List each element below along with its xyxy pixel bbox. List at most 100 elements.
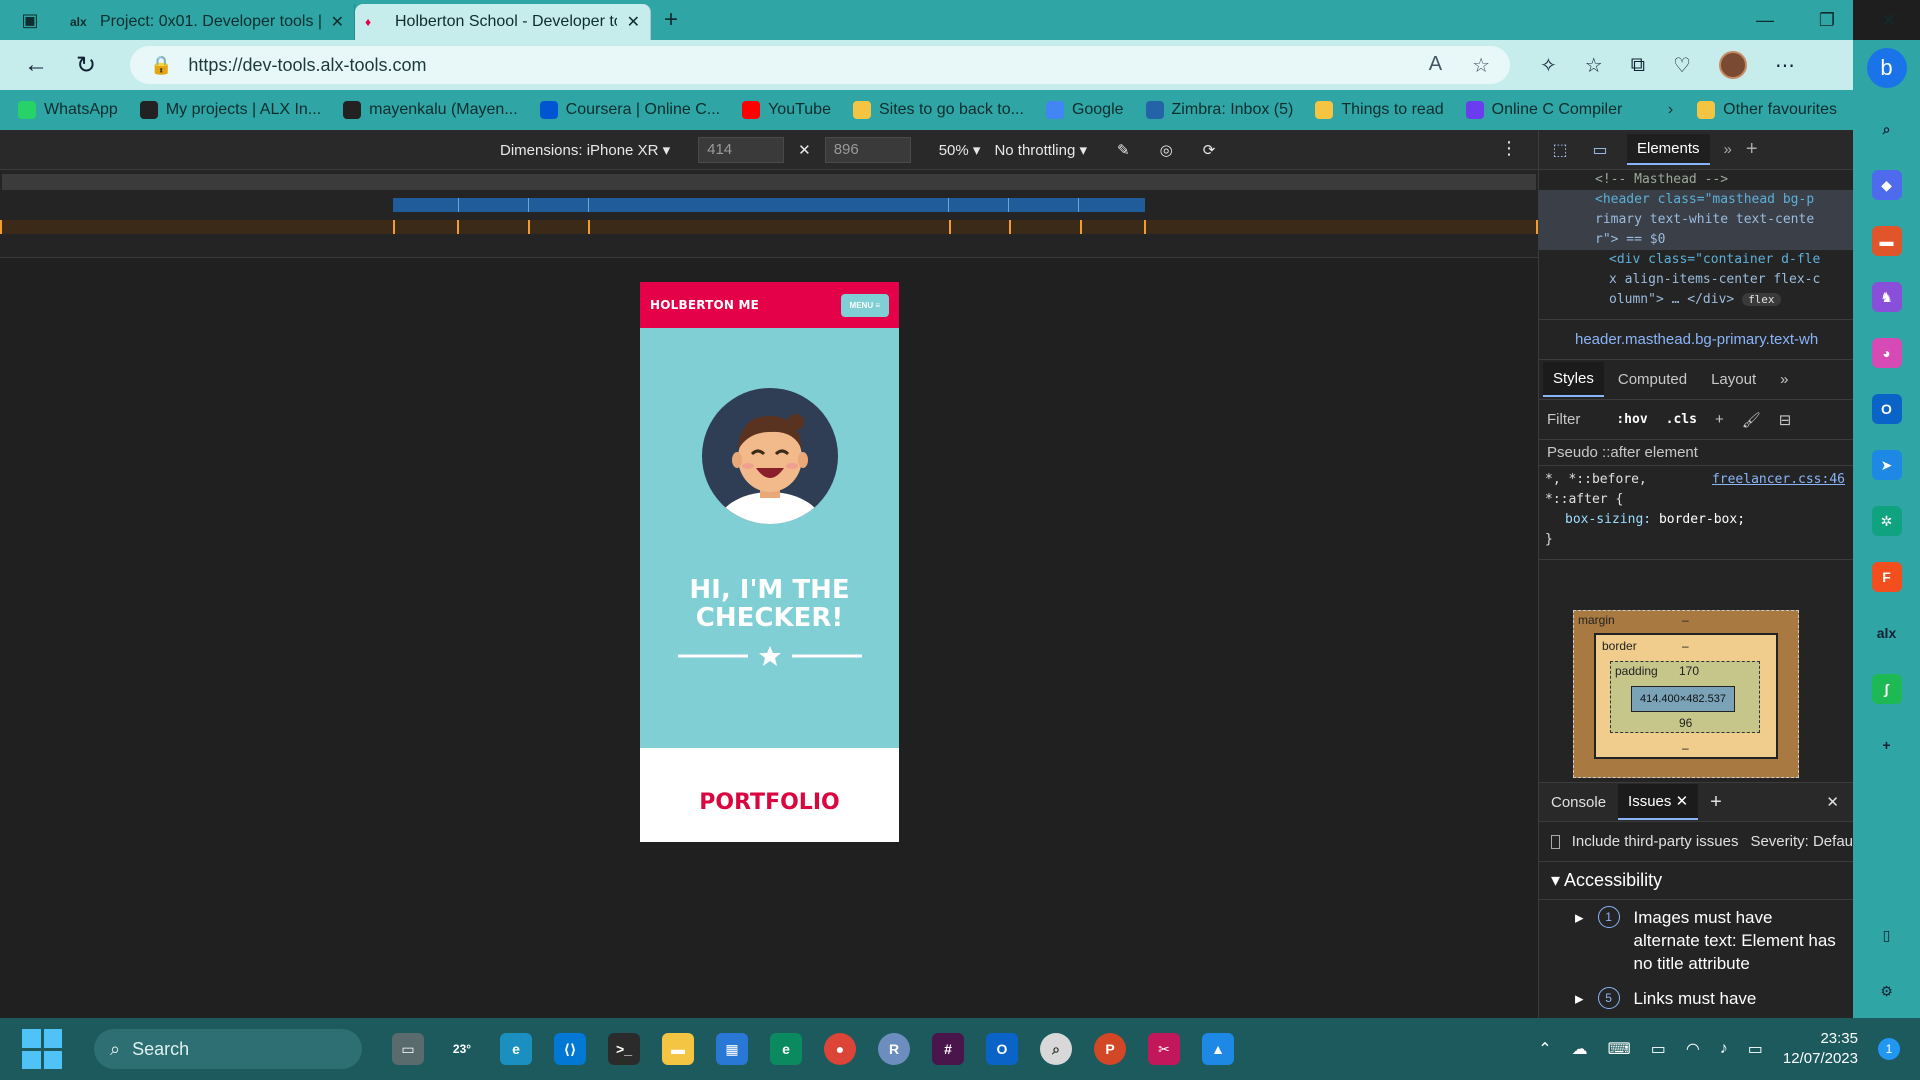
hov-toggle[interactable]: :hov: [1616, 412, 1647, 427]
bing-icon[interactable]: b: [1866, 48, 1907, 88]
bookmark-item[interactable]: WhatsApp: [18, 101, 118, 119]
more-style-tabs-icon[interactable]: »: [1770, 363, 1798, 396]
new-rule-icon[interactable]: +: [1715, 411, 1724, 428]
min-max-width-bar[interactable]: [393, 198, 1145, 212]
photos-icon[interactable]: ▲: [1202, 1033, 1234, 1065]
collections-icon[interactable]: ⧉: [1631, 54, 1645, 77]
zoom-select[interactable]: 50% ▾: [939, 141, 981, 159]
close-window-icon[interactable]: ✕: [1858, 0, 1920, 40]
back-icon[interactable]: ←: [16, 47, 56, 83]
rule-declaration[interactable]: box-sizing: border-box;: [1545, 510, 1847, 530]
bookmark-item[interactable]: Coursera | Online C...: [539, 101, 720, 119]
outlook-icon[interactable]: O: [986, 1033, 1018, 1065]
taskbar-search[interactable]: ⌕ Search: [94, 1029, 362, 1069]
more-tabs-icon[interactable]: »: [1724, 141, 1732, 158]
tools-icon[interactable]: ▬: [1871, 226, 1902, 256]
throttling-select[interactable]: No throttling ▾: [994, 141, 1087, 159]
settings-icon[interactable]: ⚙: [1872, 976, 1902, 1006]
weather-icon[interactable]: 23°: [446, 1033, 478, 1065]
tab-holberton-devtools[interactable]: ♦ Holberton School - Developer to... ✕: [355, 4, 651, 40]
issue-item[interactable]: ▸ 5 Links must have: [1539, 981, 1853, 1016]
url-text[interactable]: https://dev-tools.alx-tools.com: [188, 55, 1412, 76]
third-party-checkbox[interactable]: [1551, 834, 1560, 849]
box-margin[interactable]: margin – border – padding 170 414.400×48…: [1573, 610, 1799, 778]
send-icon[interactable]: ➤: [1871, 450, 1902, 480]
powerpoint-icon[interactable]: P: [1094, 1033, 1126, 1065]
box-border[interactable]: border – padding 170 414.400×482.537 96 …: [1594, 633, 1778, 759]
edge-icon[interactable]: e: [500, 1033, 532, 1065]
bookmark-item[interactable]: YouTube: [742, 101, 831, 119]
magnifier-icon[interactable]: ⌕: [1040, 1033, 1072, 1065]
height-input[interactable]: 896: [824, 137, 911, 163]
tab-issues[interactable]: Issues ✕: [1618, 784, 1699, 820]
tab-elements[interactable]: Elements: [1627, 134, 1710, 165]
minimize-icon[interactable]: —: [1734, 0, 1796, 40]
profile-avatar[interactable]: [1718, 51, 1747, 79]
battery-icon[interactable]: ▭: [1748, 1039, 1763, 1059]
favorite-star-icon[interactable]: ☆: [1472, 53, 1490, 78]
chevron-right-icon[interactable]: ›: [1668, 101, 1673, 119]
device-mode-icon[interactable]: ▭: [1587, 138, 1613, 162]
vision-icon[interactable]: ◎: [1160, 141, 1173, 159]
sensor-icon[interactable]: ✎: [1117, 141, 1130, 159]
bookmark-item[interactable]: mayenkalu (Mayen...: [343, 101, 518, 119]
refresh-icon[interactable]: ↻: [66, 47, 106, 83]
more-options-icon[interactable]: ⋮: [1500, 138, 1518, 159]
min-width-bar[interactable]: [0, 220, 1536, 234]
bookmark-item[interactable]: My projects | ALX In...: [139, 101, 321, 119]
chrome-icon[interactable]: ●: [824, 1033, 856, 1065]
box-padding[interactable]: padding 170 414.400×482.537 96: [1610, 661, 1760, 733]
tab-layout[interactable]: Layout: [1701, 363, 1766, 396]
office-icon[interactable]: ◕: [1871, 338, 1902, 368]
alx-sidebar-icon[interactable]: alx: [1872, 618, 1902, 648]
close-drawer-icon[interactable]: ✕: [1826, 793, 1839, 811]
bookmark-item[interactable]: Google: [1045, 101, 1124, 119]
favorites-icon[interactable]: ☆: [1585, 53, 1603, 78]
clock[interactable]: 23:35 12/07/2023: [1783, 1029, 1858, 1069]
games-icon[interactable]: ♞: [1871, 282, 1902, 312]
task-view-icon[interactable]: ▭: [392, 1033, 424, 1065]
wifi-icon[interactable]: ◠: [1686, 1039, 1700, 1059]
close-tab-icon[interactable]: ✕: [627, 12, 640, 32]
restore-icon[interactable]: ❐: [1796, 0, 1858, 40]
keyboard-icon[interactable]: ⌨: [1608, 1039, 1631, 1059]
r-icon[interactable]: R: [878, 1033, 910, 1065]
issue-item[interactable]: ▸ 1 Images must have alternate text: Ele…: [1539, 900, 1853, 981]
snipping-icon[interactable]: ✂: [1148, 1033, 1180, 1065]
close-tab-icon[interactable]: ✕: [331, 12, 344, 32]
cursor-icon[interactable]: ∫: [1871, 674, 1902, 704]
edge-dev-icon[interactable]: e: [770, 1033, 802, 1065]
store-icon[interactable]: ▦: [716, 1033, 748, 1065]
vscode-icon[interactable]: ⟨⟩: [554, 1033, 586, 1065]
expand-icon[interactable]: ▸: [1575, 906, 1584, 975]
performance-icon[interactable]: ♡: [1673, 53, 1691, 78]
dom-comment[interactable]: <!-- Masthead -->: [1595, 170, 1853, 190]
bookmark-item[interactable]: Sites to go back to...: [852, 101, 1024, 119]
other-favourites[interactable]: Other favourites: [1697, 101, 1837, 119]
sidebar-toggle-icon[interactable]: ⊟: [1779, 411, 1792, 429]
inspect-icon[interactable]: ⬚: [1547, 138, 1573, 162]
box-content[interactable]: 414.400×482.537: [1631, 686, 1735, 712]
brand-link[interactable]: HOLBERTON ME: [650, 298, 759, 312]
add-icon[interactable]: +: [1872, 730, 1902, 760]
tab-alx-project[interactable]: alx Project: 0x01. Developer tools | ALX…: [60, 4, 355, 40]
max-width-bar[interactable]: [2, 174, 1536, 190]
tab-styles[interactable]: Styles: [1543, 362, 1604, 397]
terminal-icon[interactable]: >_: [608, 1033, 640, 1065]
menu-button[interactable]: MENU ≡: [840, 293, 889, 317]
flex-badge[interactable]: flex: [1742, 293, 1781, 306]
volume-icon[interactable]: ♪: [1720, 1040, 1728, 1058]
lock-icon[interactable]: 🔒: [150, 55, 172, 76]
paint-icon[interactable]: 🖌: [1742, 411, 1761, 429]
figma-icon[interactable]: F: [1871, 562, 1902, 592]
read-aloud-icon[interactable]: A: [1429, 53, 1442, 78]
address-bar[interactable]: 🔒 https://dev-tools.alx-tools.com A ☆: [130, 46, 1510, 84]
outlook-icon[interactable]: O: [1871, 394, 1902, 424]
width-input[interactable]: 414: [698, 137, 785, 163]
filter-input[interactable]: Filter: [1547, 411, 1580, 428]
extensions-icon[interactable]: ✧: [1540, 53, 1557, 78]
accessibility-group[interactable]: ▾ Accessibility: [1539, 862, 1853, 900]
notification-badge[interactable]: 1: [1878, 1038, 1900, 1060]
search-icon[interactable]: ⌕: [1872, 114, 1902, 144]
expand-icon[interactable]: ▸: [1575, 987, 1584, 1010]
